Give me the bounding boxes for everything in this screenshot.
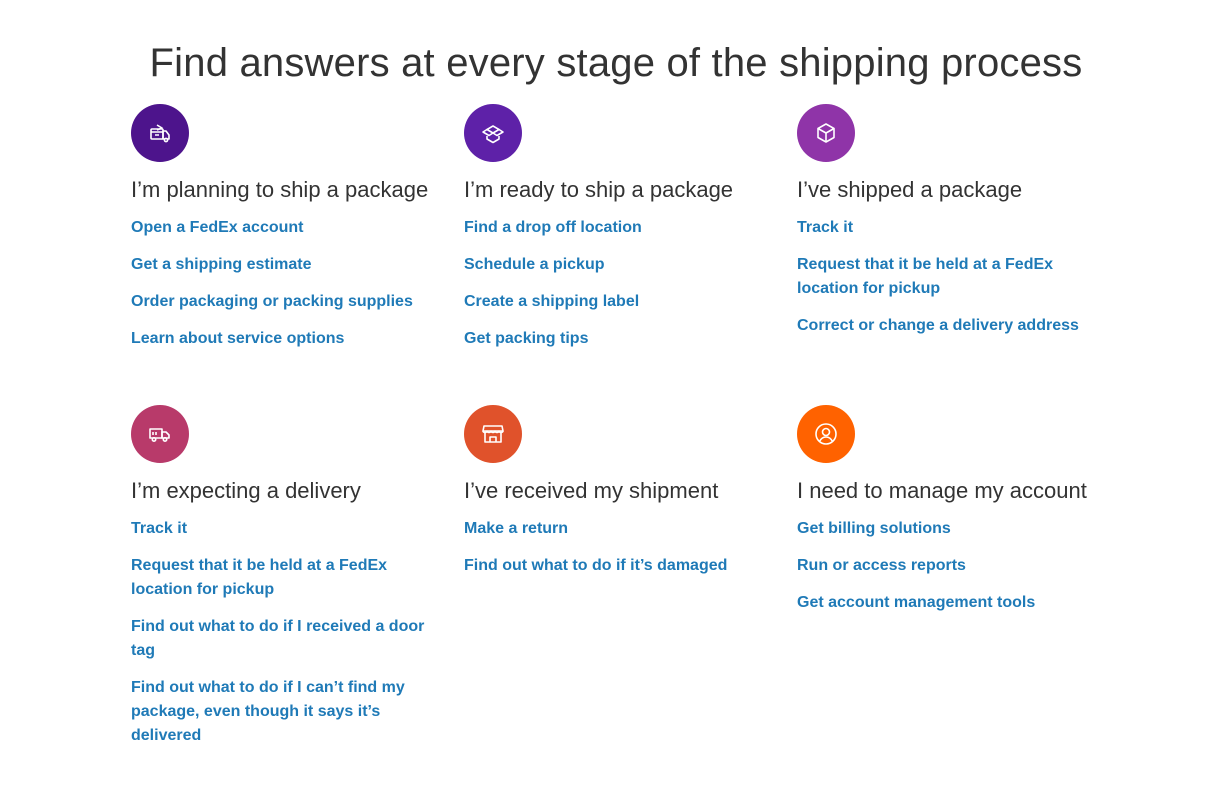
find-drop-off-link[interactable]: Find a drop off location xyxy=(464,216,642,240)
card-link-list: Track it Request that it be held at a Fe… xyxy=(131,517,441,748)
track-it-link[interactable]: Track it xyxy=(797,216,853,240)
card-link-list: Track it Request that it be held at a Fe… xyxy=(797,216,1107,338)
card-planning-to-ship: I’m planning to ship a package Open a Fe… xyxy=(131,104,441,367)
card-link-list: Get billing solutions Run or access repo… xyxy=(797,517,1107,615)
card-title: I need to manage my account xyxy=(797,478,1087,503)
account-management-tools-link[interactable]: Get account management tools xyxy=(797,591,1035,615)
card-icon-circle xyxy=(797,104,855,162)
card-title: I’m ready to ship a package xyxy=(464,177,734,202)
card-manage-account: I need to manage my account Get billing … xyxy=(797,405,1107,631)
closed-box-icon xyxy=(817,123,835,143)
get-packing-tips-link[interactable]: Get packing tips xyxy=(464,327,588,351)
track-it-link[interactable]: Track it xyxy=(131,517,187,541)
change-delivery-address-link[interactable]: Correct or change a delivery address xyxy=(797,314,1079,338)
card-icon-circle xyxy=(131,104,189,162)
delivery-truck-icon xyxy=(149,428,170,442)
card-ready-to-ship: I’m ready to ship a package Find a drop … xyxy=(464,104,774,367)
card-expecting-delivery: I’m expecting a delivery Track it Reques… xyxy=(131,405,441,764)
get-shipping-estimate-link[interactable]: Get a shipping estimate xyxy=(131,253,311,277)
open-fedex-account-link[interactable]: Open a FedEx account xyxy=(131,216,303,240)
access-reports-link[interactable]: Run or access reports xyxy=(797,554,966,578)
card-shipped-package: I’ve shipped a package Track it Request … xyxy=(797,104,1107,354)
billing-solutions-link[interactable]: Get billing solutions xyxy=(797,517,951,541)
schedule-pickup-link[interactable]: Schedule a pickup xyxy=(464,253,604,277)
create-shipping-label-link[interactable]: Create a shipping label xyxy=(464,290,639,314)
order-packaging-link[interactable]: Order packaging or packing supplies xyxy=(131,290,413,314)
page-title: Find answers at every stage of the shipp… xyxy=(149,40,1083,85)
open-box-icon xyxy=(482,125,504,144)
door-tag-link[interactable]: Find out what to do if I received a door… xyxy=(131,615,441,663)
user-account-icon xyxy=(815,423,837,445)
card-icon-circle xyxy=(797,405,855,463)
card-icon-circle xyxy=(464,405,522,463)
card-title: I’ve shipped a package xyxy=(797,177,1023,202)
hold-at-location-link[interactable]: Request that it be held at a FedEx locat… xyxy=(797,253,1107,301)
make-return-link[interactable]: Make a return xyxy=(464,517,568,541)
card-link-list: Open a FedEx account Get a shipping esti… xyxy=(131,216,441,351)
card-title: I’m planning to ship a package xyxy=(131,177,429,202)
card-link-list: Make a return Find out what to do if it’… xyxy=(464,517,774,578)
storefront-icon xyxy=(482,425,504,443)
card-received-shipment: I’ve received my shipment Make a return … xyxy=(464,405,774,594)
learn-service-options-link[interactable]: Learn about service options xyxy=(131,327,344,351)
card-title: I’ve received my shipment xyxy=(464,478,719,503)
damaged-package-link[interactable]: Find out what to do if it’s damaged xyxy=(464,554,727,578)
card-icon-circle xyxy=(464,104,522,162)
package-delivery-planning-icon xyxy=(150,124,170,143)
missing-package-link[interactable]: Find out what to do if I can’t find my p… xyxy=(131,676,441,748)
card-title: I’m expecting a delivery xyxy=(131,478,361,503)
card-link-list: Find a drop off location Schedule a pick… xyxy=(464,216,774,351)
hold-at-location-link[interactable]: Request that it be held at a FedEx locat… xyxy=(131,554,441,602)
card-icon-circle xyxy=(131,405,189,463)
